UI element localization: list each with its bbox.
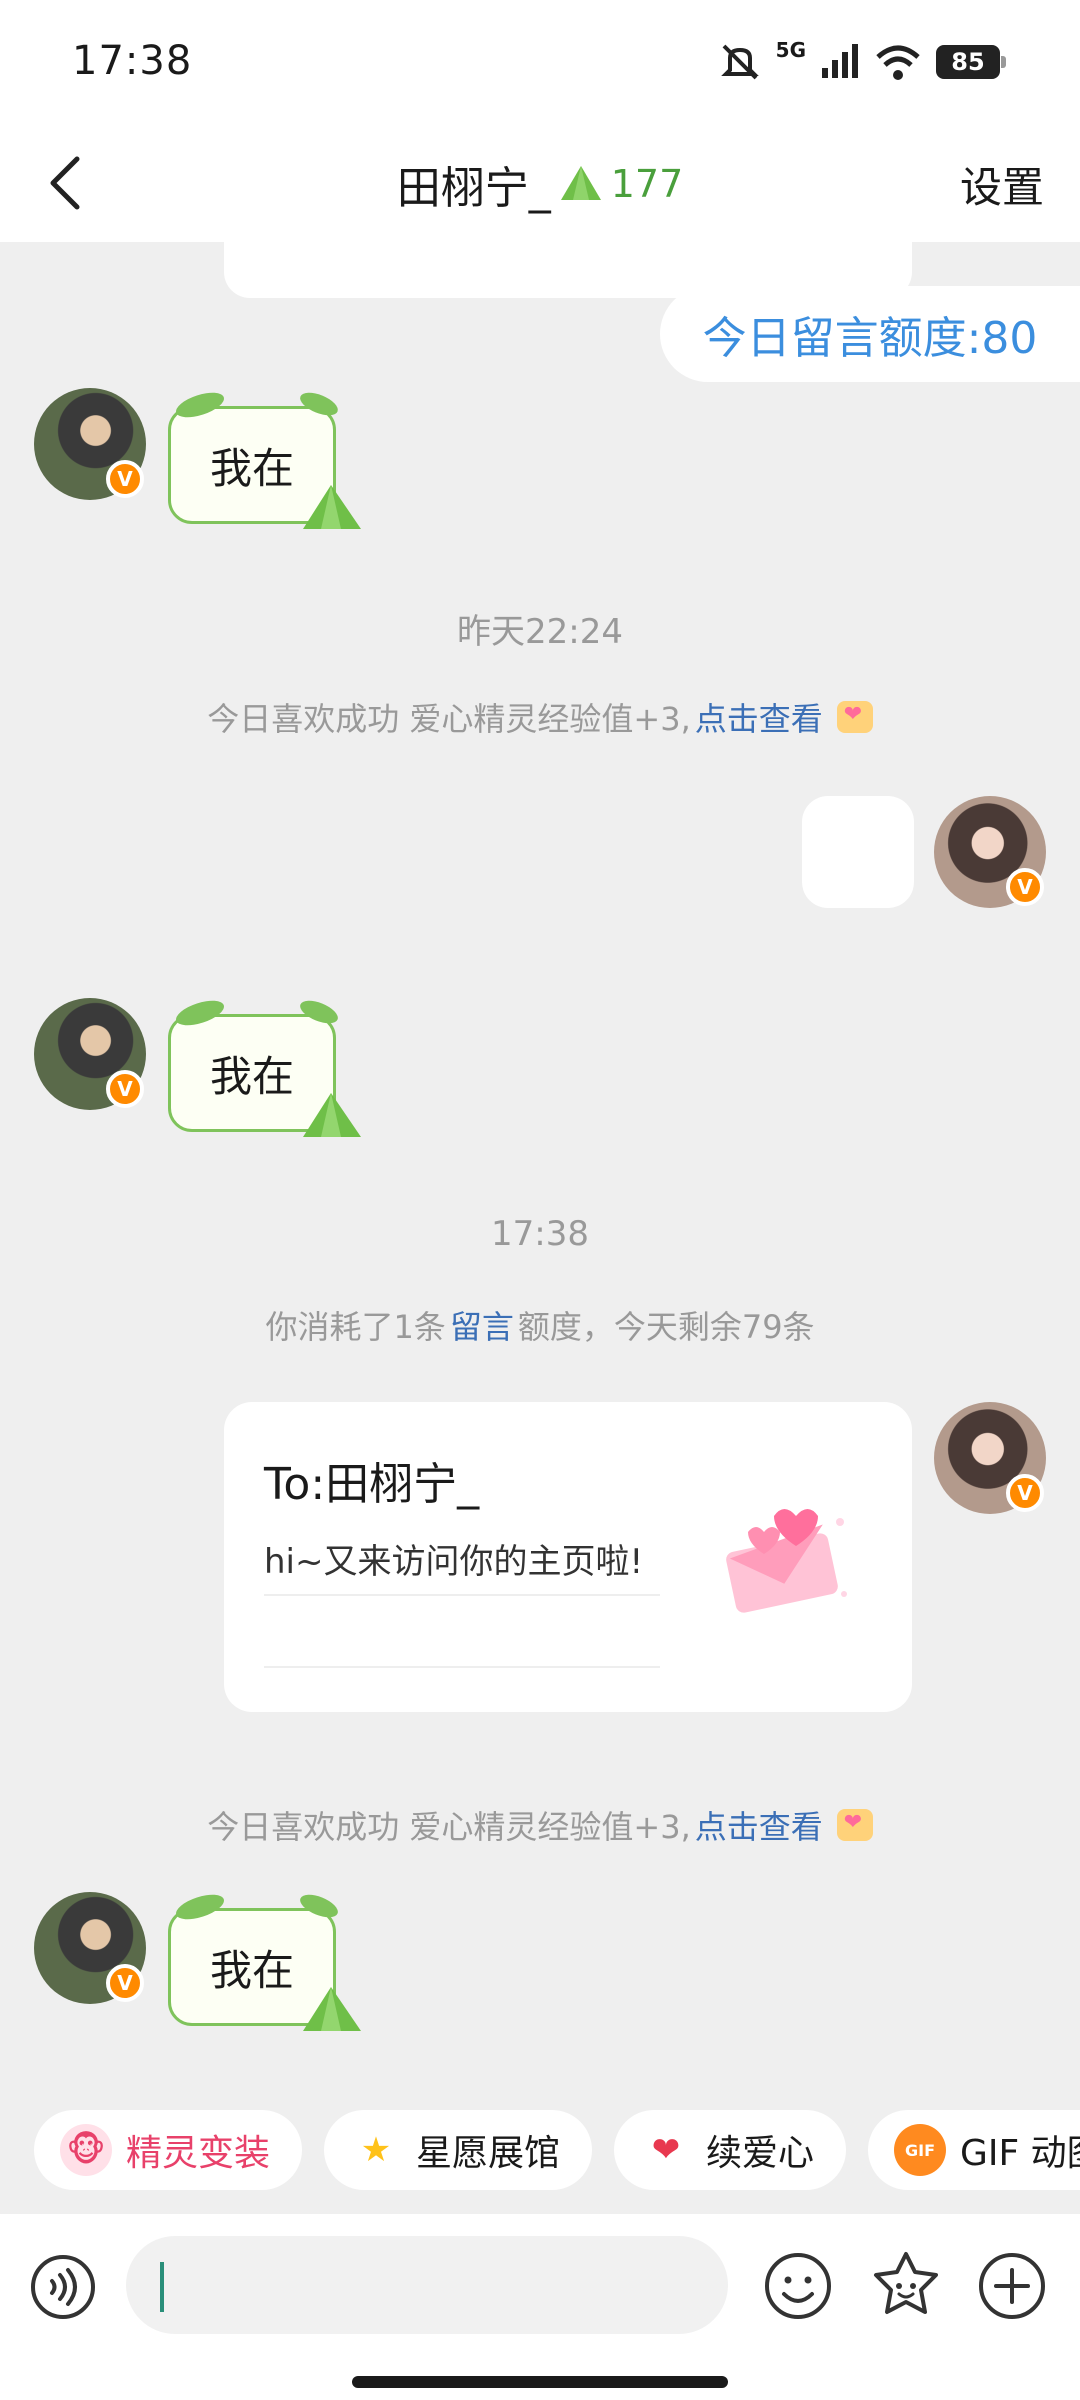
home-indicator[interactable] <box>352 2376 728 2388</box>
chip-wish-gallery[interactable]: ★ 星愿展馆 <box>324 2110 592 2190</box>
message-bubble[interactable]: 我在 <box>168 387 361 529</box>
message-bubble[interactable]: 我在 <box>168 1889 361 2031</box>
monkey-sprite-icon: 🐵 <box>60 2124 112 2176</box>
verified-badge: V <box>106 1070 144 1108</box>
chat-title: 田栩宁_ 177 <box>0 152 1080 216</box>
quota-pill: 今日留言额度:80 <box>660 286 1080 382</box>
verified-badge: V <box>1006 868 1044 906</box>
message-text: 我在 <box>209 1945 294 1995</box>
zongzi-decoration-icon <box>303 485 361 529</box>
heart-sprite-icon <box>836 1809 873 1841</box>
chip-continue-love[interactable]: ❤ 续爱心 <box>614 2110 846 2190</box>
status-bar: 17:38 5G 85 <box>0 0 1080 124</box>
zongzi-decoration-icon <box>303 1093 361 1137</box>
status-icons: 5G 85 <box>718 38 1006 86</box>
input-bar <box>0 2214 1080 2400</box>
settings-button[interactable]: 设置 <box>960 154 1044 215</box>
chip-sprite-dressup[interactable]: 🐵 精灵变装 <box>34 2110 302 2190</box>
message-bubble[interactable]: 我在 <box>168 995 361 1137</box>
system-message-text: 今日喜欢成功 爱心精灵经验值+3, <box>207 700 691 738</box>
chip-label: 星愿展馆 <box>416 2133 561 2174</box>
voice-input-icon[interactable] <box>30 2254 96 2320</box>
sticker-icon[interactable] <box>868 2248 944 2324</box>
chip-label: 精灵变装 <box>126 2133 271 2174</box>
message-text: 我在 <box>209 443 294 493</box>
verified-badge: V <box>1006 1474 1044 1512</box>
contact-name: 田栩宁_ <box>396 163 551 214</box>
intimacy-count: 177 <box>610 162 684 206</box>
nav-bar: 田栩宁_ 177 设置 <box>0 124 1080 242</box>
timestamp: 昨天22:24 <box>457 612 623 652</box>
card-recipient: To:田栩宁_ <box>264 1459 480 1510</box>
chat-area[interactable]: 今日留言额度:80 V 我在 昨天22:24 今日喜欢成功 爱心精灵经验值+3,… <box>0 242 1080 2092</box>
timestamp: 17:38 <box>491 1214 589 1254</box>
zongzi-decoration-icon <box>303 1987 361 2031</box>
mute-icon <box>720 44 759 80</box>
view-link[interactable]: 点击查看 <box>695 1802 823 1848</box>
heart-sprite-icon <box>836 701 873 733</box>
chip-label: 续爱心 <box>706 2133 815 2174</box>
heart-icon: ❤ <box>651 2130 681 2170</box>
message-input[interactable] <box>126 2236 728 2334</box>
verified-badge: V <box>106 460 144 498</box>
card-message: hi~又来访问你的主页啦! <box>264 1542 644 1582</box>
view-link[interactable]: 点击查看 <box>695 694 823 740</box>
text-cursor <box>160 2262 164 2312</box>
network-label: 5G <box>775 38 806 62</box>
chip-label: GIF 动图 <box>960 2133 1080 2174</box>
wifi-icon <box>876 45 920 80</box>
signal-icon <box>822 44 858 78</box>
battery-indicator: 85 <box>936 45 1006 79</box>
greeting-card[interactable]: To:田栩宁_ hi~又来访问你的主页啦! <box>224 1402 912 1712</box>
message-text: 我在 <box>209 1051 294 1101</box>
battery-level: 85 <box>951 48 985 76</box>
gif-icon: GIF <box>894 2124 946 2176</box>
emoji-icon[interactable] <box>762 2250 834 2322</box>
star-icon: ★ <box>360 2130 392 2170</box>
my-message-bubble[interactable] <box>802 796 914 908</box>
system-message-text: 额度，今天剩余79条 <box>517 1308 815 1346</box>
system-message-text: 你消耗了1条 <box>265 1308 446 1346</box>
zongzi-icon <box>560 166 601 200</box>
chip-gif[interactable]: GIF GIF 动图 <box>868 2110 1080 2190</box>
verified-badge: V <box>106 1964 144 2002</box>
love-envelope-icon <box>726 1509 847 1613</box>
system-message: 今日喜欢成功 爱心精灵经验值+3, 点击查看 <box>0 694 1080 740</box>
status-time: 17:38 <box>72 38 193 84</box>
message-link[interactable]: 留言 <box>450 1302 514 1348</box>
system-message-text: 今日喜欢成功 爱心精灵经验值+3, <box>207 1808 691 1846</box>
plus-icon[interactable] <box>976 2250 1048 2322</box>
system-message: 今日喜欢成功 爱心精灵经验值+3, 点击查看 <box>0 1802 1080 1848</box>
quick-actions: 🐵 精灵变装 ★ 星愿展馆 ❤ 续爱心 GIF GIF 动图 <box>0 2110 1080 2190</box>
system-message: 你消耗了1条 留言 额度，今天剩余79条 <box>0 1302 1080 1348</box>
